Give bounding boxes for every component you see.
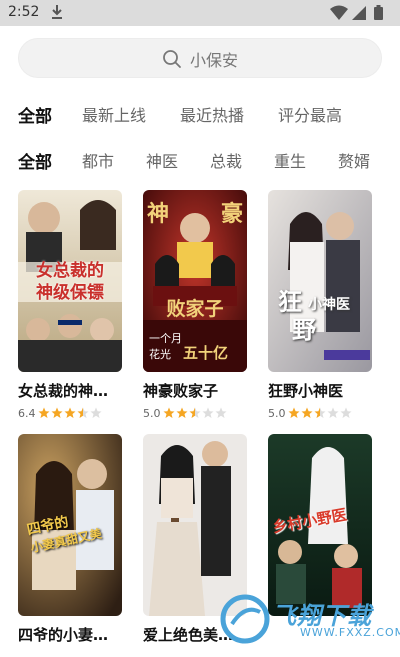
star-full-icon (38, 407, 49, 418)
genre-tab-son-in-law[interactable]: 赘婿 (338, 148, 370, 172)
download-icon (52, 5, 62, 19)
card-score: 5.0 (143, 406, 161, 420)
star-full-icon (288, 407, 299, 418)
poster-tagline: 花光 (149, 348, 171, 361)
poster-image[interactable] (143, 434, 247, 616)
star-empty-icon (340, 407, 351, 418)
genre-tabs: 全部 都市 神医 总裁 重生 赘婿 (0, 148, 400, 176)
poster-image[interactable]: 女总裁的 神级保镖 (18, 190, 122, 372)
sort-tab-top-rated[interactable]: 评分最高 (278, 102, 342, 126)
drama-card[interactable]: 乡村小野医 (268, 434, 372, 616)
genre-tab-ceo[interactable]: 总裁 (210, 148, 242, 172)
card-score: 5.0 (268, 406, 286, 420)
drama-card[interactable]: 狂 野 小神医 狂野小神医 5.0 (268, 190, 372, 420)
wifi-icon (330, 5, 348, 20)
poster-image[interactable]: 乡村小野医 (268, 434, 372, 616)
poster-title: 小神医 (308, 297, 350, 313)
poster-tagline-big: 五十亿 (183, 344, 229, 362)
poster-title: 女总裁的 神级保镖 (36, 261, 104, 303)
star-full-icon (163, 407, 174, 418)
sort-tab-newest[interactable]: 最新上线 (82, 102, 146, 126)
poster-image[interactable]: 狂 野 小神医 (268, 190, 372, 372)
star-full-icon (176, 407, 187, 418)
genre-tab-doctor[interactable]: 神医 (146, 148, 178, 172)
star-half-icon (77, 407, 88, 418)
card-rating: 5.0 (143, 406, 228, 420)
drama-card[interactable]: 女总裁的 神级保镖 女总裁的神… 6.4 (18, 190, 122, 420)
star-empty-icon (327, 407, 338, 418)
brand-logo-icon (220, 594, 270, 644)
poster-title-left: 神 (147, 202, 170, 227)
genre-tab-city[interactable]: 都市 (82, 148, 114, 172)
genre-tab-rebirth[interactable]: 重生 (274, 148, 306, 172)
star-full-icon (51, 407, 62, 418)
battery-icon (374, 7, 383, 20)
card-title: 狂野小神医 (268, 382, 344, 400)
card-score: 6.4 (18, 406, 36, 420)
drama-card[interactable]: 神 豪 败家子 一个月 花光 五十亿 神豪败家子 5.0 (143, 190, 247, 420)
watermark: 飞翔下载 WWW.FXXZ.COM (220, 594, 400, 646)
search-bar[interactable]: 小保安 (18, 38, 382, 78)
star-empty-icon (90, 407, 101, 418)
poster-tagline: 一个月 (149, 332, 182, 345)
star-half-icon (189, 407, 200, 418)
watermark-url: WWW.FXXZ.COM (300, 626, 400, 639)
sort-tab-all[interactable]: 全部 (18, 102, 52, 127)
poster-image[interactable]: 四爷的 小妻真甜又美 (18, 434, 122, 616)
status-icons (330, 5, 383, 20)
drama-card[interactable]: 爱上绝色美… (143, 434, 247, 644)
card-rating: 5.0 (268, 406, 353, 420)
search-icon (163, 50, 181, 68)
star-half-icon (314, 407, 325, 418)
sort-tabs: 全部 最新上线 最近热播 评分最高 (0, 102, 400, 130)
genre-tab-all[interactable]: 全部 (18, 148, 52, 173)
card-title: 女总裁的神… (18, 382, 109, 400)
star-full-icon (301, 407, 312, 418)
poster-title: 野 (292, 316, 316, 344)
card-title: 四爷的小妻… (18, 626, 109, 644)
poster-subtitle: 败家子 (166, 298, 224, 320)
sort-tab-hot[interactable]: 最近热播 (180, 102, 244, 126)
signal-icon (352, 6, 366, 20)
star-empty-icon (202, 407, 213, 418)
card-title: 神豪败家子 (143, 382, 219, 400)
drama-card[interactable]: 四爷的 小妻真甜又美 四爷的小妻… (18, 434, 122, 644)
poster-title-right: 豪 (220, 202, 243, 227)
poster-image[interactable]: 神 豪 败家子 一个月 花光 五十亿 (143, 190, 247, 372)
status-time: 2:52 (8, 4, 40, 20)
status-bar: 2:52 (0, 0, 400, 26)
search-input[interactable]: 小保安 (190, 47, 238, 71)
star-empty-icon (215, 407, 226, 418)
star-full-icon (64, 407, 75, 418)
card-rating: 6.4 (18, 406, 103, 420)
